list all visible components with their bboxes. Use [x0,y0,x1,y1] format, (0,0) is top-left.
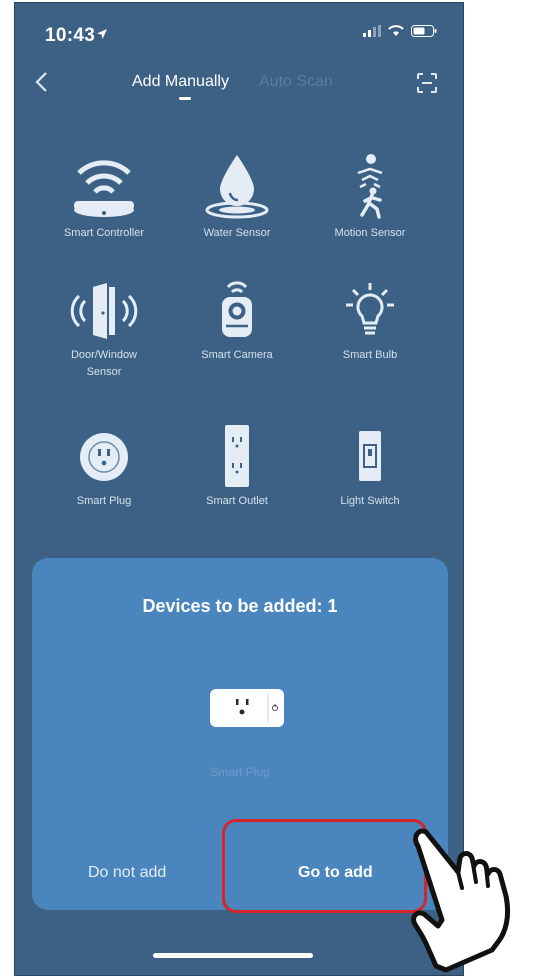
tab-auto-scan[interactable]: Auto Scan [259,73,333,91]
water-drop-icon [205,155,269,219]
status-bar: 10:43 [15,3,463,63]
scan-icon[interactable] [415,71,439,95]
device-label: Smart Bulb [342,349,398,361]
signal-icon [363,25,381,37]
location-arrow-icon [97,29,107,39]
sheet-title: Devices to be added: 1 [142,596,338,616]
device-label: Light Switch [340,495,400,507]
device-tile-smart-controller[interactable]: Smart Controller [39,153,169,242]
device-label: Smart Outlet [206,495,268,507]
device-grid: Smart Controller Water Sensor Motion Sen… [39,143,439,523]
door-sensor-icon [70,283,138,339]
router-wifi-icon [74,160,134,217]
smart-plug-device-icon [236,693,278,723]
device-label: Door/Window Sensor [39,347,169,381]
device-tile-water-sensor[interactable]: Water Sensor [172,153,302,242]
device-tile-smart-outlet[interactable]: Smart Outlet [172,425,302,510]
wifi-icon [388,25,404,36]
status-time: 10:43 [45,25,96,46]
device-label: Water Sensor [203,227,271,239]
switch-icon [359,431,381,481]
device-label-line1: Door/Window [70,349,138,361]
pointing-hand-icon [411,828,511,973]
tab-add-manually[interactable]: Add Manually [132,73,229,91]
device-tile-door-window-sensor[interactable]: Door/Window Sensor [39,281,169,381]
device-label: Smart Camera [201,349,273,361]
battery-icon [411,25,437,37]
highlight-box [222,819,427,913]
found-device-name: Smart Plug [210,765,270,779]
device-tile-smart-bulb[interactable]: Smart Bulb [305,281,435,364]
bulb-icon [346,283,394,335]
device-tile-smart-plug[interactable]: Smart Plug [39,425,169,510]
back-arrow-icon[interactable] [29,69,55,95]
device-label: Smart Controller [63,227,145,239]
device-tile-light-switch[interactable]: Light Switch [305,425,435,510]
status-icons [363,25,437,37]
camera-icon [222,281,252,337]
active-tab-indicator [179,97,191,100]
plug-icon [80,433,128,481]
device-label: Smart Plug [76,495,132,507]
device-label-line2: Sensor [86,366,122,378]
device-label: Motion Sensor [334,227,406,239]
device-tile-smart-camera[interactable]: Smart Camera [172,277,302,364]
do-not-add-button[interactable]: Do not add [88,864,166,882]
found-device-card[interactable] [210,689,284,727]
motion-person-icon [357,154,383,219]
device-tile-motion-sensor[interactable]: Motion Sensor [305,153,435,242]
home-indicator [153,953,313,958]
outlet-icon [225,425,249,487]
nav-bar: Add Manually Auto Scan [15,65,463,105]
